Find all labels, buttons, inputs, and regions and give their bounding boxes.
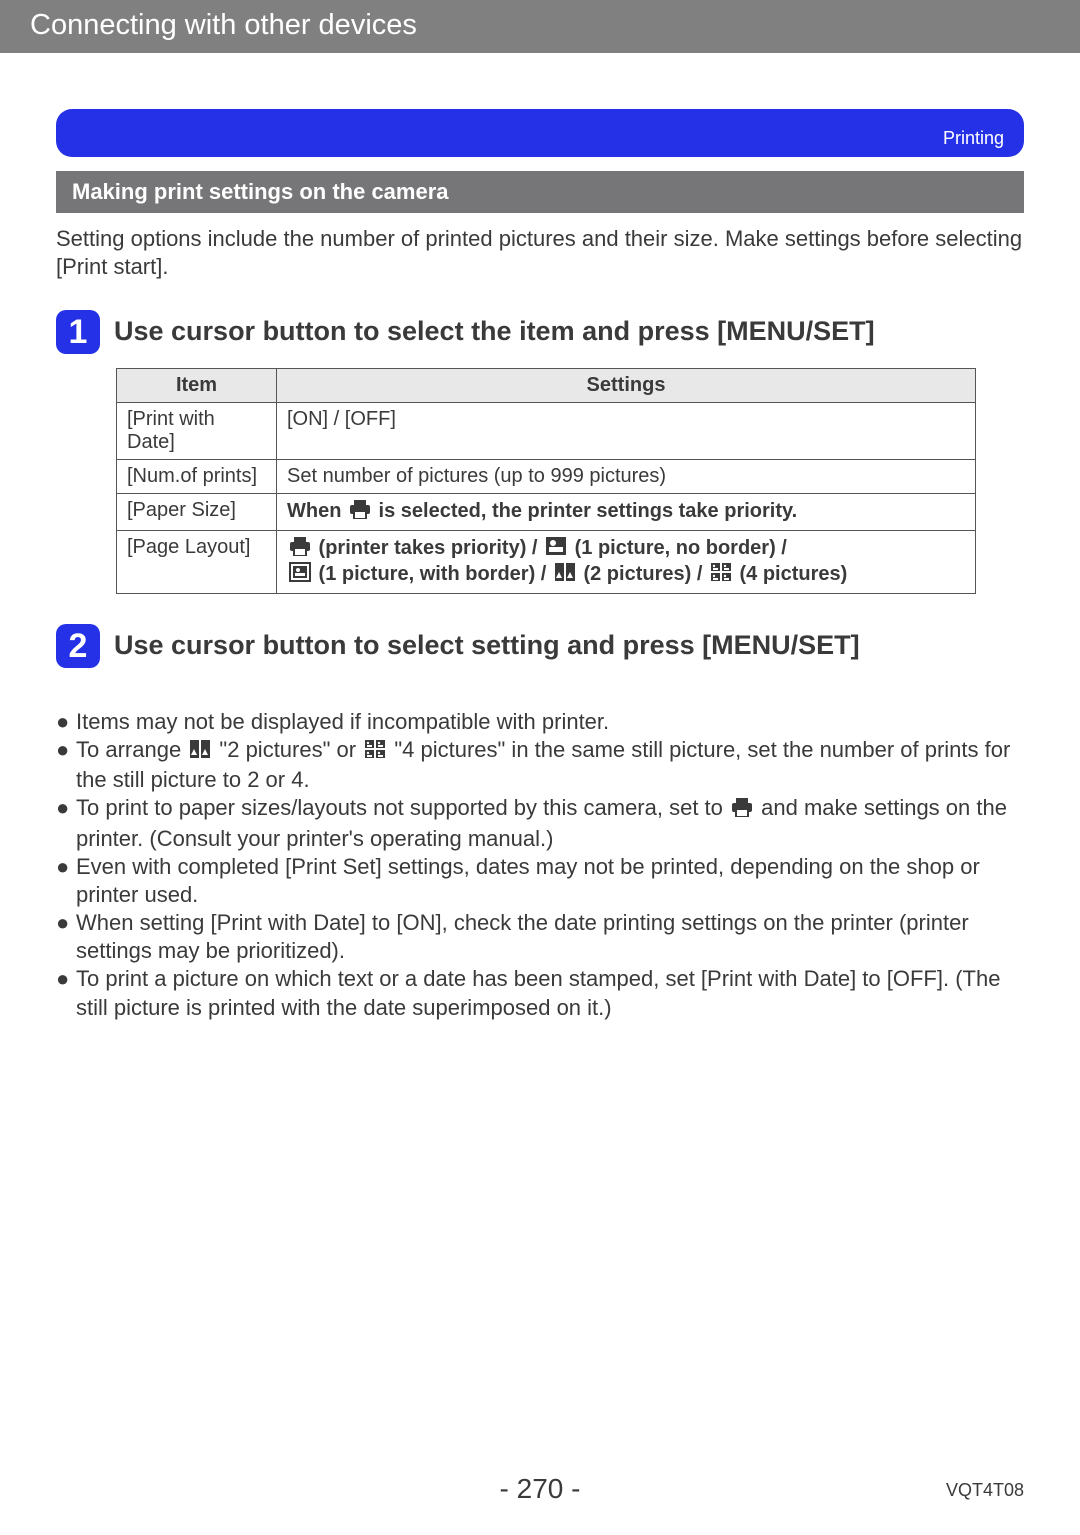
cell-setting: (printer takes priority) / (1 picture, n… xyxy=(277,531,976,594)
notes-list: ● Items may not be displayed if incompat… xyxy=(56,708,1024,1022)
note-item: ● When setting [Print with Date] to [ON]… xyxy=(56,909,1024,965)
table-row: [Page Layout] (printer takes priority) /… xyxy=(117,531,976,594)
four-pic-icon xyxy=(364,738,386,766)
intro-text: Setting options include the number of pr… xyxy=(56,225,1024,280)
cell-text: (printer takes priority) / xyxy=(313,537,543,559)
settings-table: Item Settings [Print with Date] [ON] / [… xyxy=(116,368,976,594)
note-text: Even with completed [Print Set] settings… xyxy=(76,853,1024,909)
step-1-title: Use cursor button to select the item and… xyxy=(114,310,875,349)
th-settings: Settings xyxy=(277,369,976,403)
bullet-icon: ● xyxy=(56,909,76,965)
cell-text: (2 pictures) / xyxy=(578,563,708,585)
subsection-bar: Making print settings on the camera xyxy=(56,171,1024,213)
two-pic-icon xyxy=(554,562,576,588)
topic-banner: Printing xyxy=(56,109,1024,157)
note-text: Items may not be displayed if incompatib… xyxy=(76,708,1024,736)
printer-icon xyxy=(289,536,311,562)
table-row: [Num.of prints] Set number of pictures (… xyxy=(117,460,976,494)
cell-text: (1 picture, no border) / xyxy=(569,537,787,559)
step-number-badge: 2 xyxy=(56,624,100,668)
two-pic-icon xyxy=(189,738,211,766)
note-fragment: To print to paper sizes/layouts not supp… xyxy=(76,795,729,820)
note-item: ● To print a picture on which text or a … xyxy=(56,965,1024,1021)
page-number: - 270 - xyxy=(0,1473,1080,1505)
note-item: ● To print to paper sizes/layouts not su… xyxy=(56,794,1024,852)
note-text: To print a picture on which text or a da… xyxy=(76,965,1024,1021)
note-text: When setting [Print with Date] to [ON], … xyxy=(76,909,1024,965)
cell-item: [Num.of prints] xyxy=(117,460,277,494)
bullet-icon: ● xyxy=(56,794,76,852)
note-text: To print to paper sizes/layouts not supp… xyxy=(76,794,1024,852)
cell-text: When xyxy=(287,500,347,522)
step-2-title: Use cursor button to select setting and … xyxy=(114,624,860,663)
printer-icon xyxy=(349,499,371,525)
note-fragment: "2 pictures" or xyxy=(213,737,362,762)
note-item: ● To arrange "2 pictures" or "4 pictures… xyxy=(56,736,1024,794)
topic-label: Printing xyxy=(943,128,1004,149)
cell-item: [Print with Date] xyxy=(117,403,277,460)
step-1: 1 Use cursor button to select the item a… xyxy=(56,310,1024,354)
table-row: [Print with Date] [ON] / [OFF] xyxy=(117,403,976,460)
four-pic-icon xyxy=(710,562,732,588)
section-title: Connecting with other devices xyxy=(30,9,417,41)
cell-setting: [ON] / [OFF] xyxy=(277,403,976,460)
subsection-title: Making print settings on the camera xyxy=(72,179,449,204)
table-row: [Paper Size] When is selected, the print… xyxy=(117,494,976,531)
document-id: VQT4T08 xyxy=(946,1480,1024,1501)
bullet-icon: ● xyxy=(56,736,76,794)
cell-text: (1 picture, with border) / xyxy=(313,563,552,585)
note-text: To arrange "2 pictures" or "4 pictures" … xyxy=(76,736,1024,794)
one-pic-border-icon xyxy=(289,562,311,588)
one-pic-noborder-icon xyxy=(545,536,567,562)
bullet-icon: ● xyxy=(56,853,76,909)
printer-icon xyxy=(731,796,753,824)
cell-text: is selected, the printer settings take p… xyxy=(373,500,797,522)
th-item: Item xyxy=(117,369,277,403)
cell-item: [Paper Size] xyxy=(117,494,277,531)
bullet-icon: ● xyxy=(56,965,76,1021)
cell-item: [Page Layout] xyxy=(117,531,277,594)
cell-setting: When is selected, the printer settings t… xyxy=(277,494,976,531)
note-item: ● Items may not be displayed if incompat… xyxy=(56,708,1024,736)
step-2: 2 Use cursor button to select setting an… xyxy=(56,624,1024,668)
step-number-badge: 1 xyxy=(56,310,100,354)
bullet-icon: ● xyxy=(56,708,76,736)
cell-setting: Set number of pictures (up to 999 pictur… xyxy=(277,460,976,494)
note-fragment: To arrange xyxy=(76,737,187,762)
cell-text: (4 pictures) xyxy=(734,563,847,585)
section-header: Connecting with other devices xyxy=(0,0,1080,53)
note-item: ● Even with completed [Print Set] settin… xyxy=(56,853,1024,909)
